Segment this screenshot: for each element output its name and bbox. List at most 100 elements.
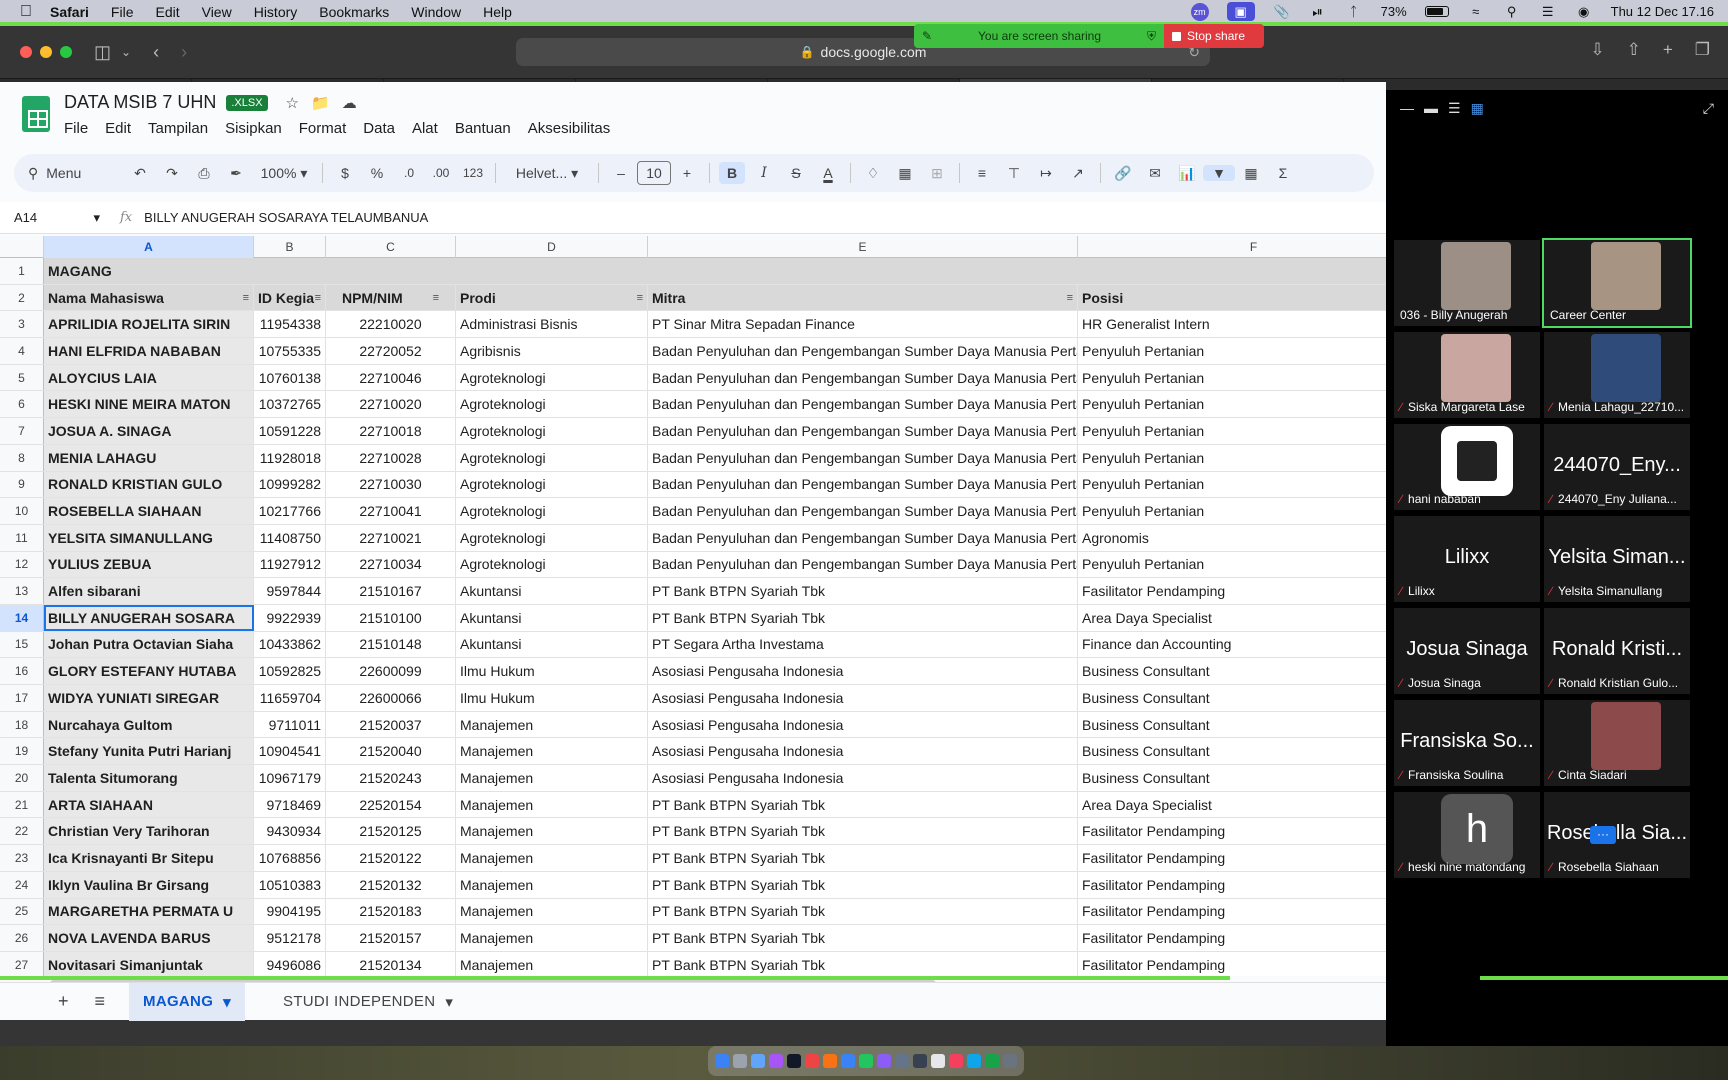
- table-cell[interactable]: Asosiasi Pengusaha Indonesia: [648, 658, 1078, 684]
- table-cell[interactable]: 9904195: [254, 898, 326, 925]
- dock-app-icon[interactable]: [931, 1054, 945, 1068]
- table-cell[interactable]: Manajemen: [456, 738, 648, 765]
- dock-app-icon[interactable]: [769, 1054, 783, 1068]
- table-cell[interactable]: Agribisnis: [456, 338, 648, 364]
- column-filter-icon[interactable]: ≡: [315, 292, 321, 304]
- student-name-cell[interactable]: YULIUS ZEBUA: [44, 551, 254, 578]
- student-name-cell[interactable]: GLORY ESTEFANY HUTABA: [44, 658, 254, 684]
- table-cell[interactable]: 10904541: [254, 738, 326, 765]
- row-header[interactable]: 7: [0, 418, 44, 444]
- row-header[interactable]: 8: [0, 444, 44, 471]
- header-cell[interactable]: Nama Mahasiswa ≡: [44, 284, 254, 311]
- wifi-icon[interactable]: ≈: [1467, 4, 1485, 19]
- sheet-title-cell[interactable]: MAGANG: [44, 258, 1386, 284]
- participant-tile[interactable]: ∕ Siska Margareta Lase: [1394, 332, 1540, 418]
- table-cell[interactable]: PT Bank BTPN Syariah Tbk: [648, 898, 1078, 925]
- column-filter-icon[interactable]: ≡: [1067, 292, 1073, 304]
- dock-app-icon[interactable]: [913, 1054, 927, 1068]
- table-cell[interactable]: 22710041: [326, 498, 456, 524]
- table-cell[interactable]: 22600099: [326, 658, 456, 684]
- table-cell[interactable]: 21510100: [326, 604, 456, 631]
- table-cell[interactable]: Agronomis: [1078, 525, 1386, 551]
- table-cell[interactable]: Manajemen: [456, 925, 648, 951]
- participant-tile[interactable]: Josua Sinaga ∕ Josua Sinaga: [1394, 608, 1540, 694]
- table-cell[interactable]: 21520243: [326, 765, 456, 791]
- doc-menu-item[interactable]: File: [64, 120, 88, 137]
- dock-app-icon[interactable]: [823, 1054, 837, 1068]
- row-header[interactable]: 27: [0, 951, 44, 976]
- table-cell[interactable]: Fasilitator Pendamping: [1078, 872, 1386, 898]
- table-cell[interactable]: 10217766: [254, 498, 326, 524]
- column-filter-icon[interactable]: ≡: [433, 292, 439, 304]
- participant-tile[interactable]: ∕ Cinta Siadari: [1544, 700, 1690, 786]
- table-cell[interactable]: Badan Penyuluhan dan Pengembangan Sumber…: [648, 471, 1078, 498]
- dock-app-icon[interactable]: [985, 1054, 999, 1068]
- table-cell[interactable]: Penyuluh Pertanian: [1078, 472, 1386, 498]
- table-cell[interactable]: Agroteknologi: [456, 364, 648, 391]
- student-name-cell[interactable]: Alfen sibarani: [44, 578, 254, 604]
- table-cell[interactable]: 22710028: [326, 444, 456, 471]
- doc-title[interactable]: DATA MSIB 7 UHN: [64, 92, 216, 113]
- table-cell[interactable]: Agroteknologi: [456, 391, 648, 418]
- column-filter-icon[interactable]: ≡: [637, 292, 643, 304]
- column-header[interactable]: B: [254, 236, 326, 258]
- student-name-cell[interactable]: YELSITA SIMANULLANG: [44, 524, 254, 551]
- insert-link-icon[interactable]: 🔗: [1107, 165, 1139, 182]
- participant-tile[interactable]: 244070_Eny... ∕ 244070_Eny Juliana...: [1544, 424, 1690, 510]
- percent-format-button[interactable]: %: [361, 165, 393, 181]
- row-header[interactable]: 14: [0, 604, 44, 631]
- table-cell[interactable]: 21520122: [326, 845, 456, 871]
- row-header[interactable]: 20: [0, 765, 44, 791]
- table-cell[interactable]: Agroteknologi: [456, 418, 648, 444]
- table-cell[interactable]: 11954338: [254, 311, 326, 338]
- table-cell[interactable]: 11927912: [254, 551, 326, 578]
- tab-overview-icon[interactable]: ❐: [1695, 40, 1710, 60]
- bluetooth-icon[interactable]: ᛏ: [1345, 4, 1363, 19]
- table-cell[interactable]: HR Generalist Intern: [1078, 311, 1386, 337]
- italic-button[interactable]: I: [748, 165, 780, 181]
- vertical-align-icon[interactable]: ⊤: [998, 165, 1030, 182]
- row-header[interactable]: 1: [0, 258, 44, 284]
- move-folder-icon[interactable]: 📁: [311, 94, 330, 112]
- participant-tile[interactable]: Yelsita Siman... ∕ Yelsita Simanullang: [1544, 516, 1690, 602]
- table-cell[interactable]: 21510167: [326, 578, 456, 604]
- student-name-cell[interactable]: HANI ELFRIDA NABABAN: [44, 338, 254, 364]
- student-name-cell[interactable]: JOSUA A. SINAGA: [44, 418, 254, 444]
- participant-tile[interactable]: Lilixx ∕ Lilixx: [1394, 516, 1540, 602]
- header-cell[interactable]: ID Kegia ≡: [254, 284, 326, 311]
- table-cell[interactable]: PT Bank BTPN Syariah Tbk: [648, 818, 1078, 845]
- minimize-icon[interactable]: —: [1400, 100, 1414, 117]
- downloads-icon[interactable]: ⇩: [1590, 40, 1604, 60]
- sidebar-toggle-icon[interactable]: ◫: [94, 42, 111, 63]
- sharing-indicator[interactable]: ✎ You are screen sharing ⛨: [914, 24, 1164, 48]
- table-cell[interactable]: 10372765: [254, 391, 326, 418]
- table-cell[interactable]: Administrasi Bisnis: [456, 311, 648, 338]
- doc-menu-item[interactable]: Sisipkan: [225, 120, 282, 137]
- chevron-down-icon[interactable]: ⌄: [121, 45, 131, 59]
- row-header[interactable]: 10: [0, 498, 44, 524]
- table-cell[interactable]: PT Bank BTPN Syariah Tbk: [648, 578, 1078, 604]
- student-name-cell[interactable]: Talenta Situmorang: [44, 765, 254, 791]
- participant-tile[interactable]: 036 - Billy Anugerah: [1394, 240, 1540, 326]
- student-name-cell[interactable]: Ica Krisnayanti Br Sitepu: [44, 845, 254, 871]
- table-cell[interactable]: 11408750: [254, 524, 326, 551]
- table-cell[interactable]: 22600066: [326, 685, 456, 711]
- row-header[interactable]: 18: [0, 711, 44, 738]
- student-name-cell[interactable]: ROSEBELLA SIAHAAN: [44, 498, 254, 524]
- control-center-icon[interactable]: ☰: [1539, 4, 1557, 19]
- filter-views-icon[interactable]: ▦: [1235, 165, 1267, 182]
- row-header[interactable]: 16: [0, 658, 44, 684]
- doc-menu-item[interactable]: Alat: [412, 120, 438, 137]
- insert-chart-icon[interactable]: 📊: [1171, 165, 1203, 182]
- table-cell[interactable]: Penyuluh Pertanian: [1078, 445, 1386, 471]
- table-cell[interactable]: Fasilitator Pendamping: [1078, 925, 1386, 951]
- table-cell[interactable]: 10591228: [254, 418, 326, 444]
- student-name-cell[interactable]: WIDYA YUNIATI SIREGAR: [44, 685, 254, 711]
- menu-edit[interactable]: Edit: [155, 4, 179, 20]
- strikethrough-button[interactable]: S: [780, 165, 812, 181]
- bold-button[interactable]: B: [718, 162, 746, 184]
- fill-color-icon[interactable]: ♢: [857, 165, 889, 182]
- column-header[interactable]: F: [1078, 236, 1386, 258]
- student-name-cell[interactable]: Christian Very Tarihoran: [44, 818, 254, 845]
- add-sheet-button[interactable]: +: [58, 991, 69, 1012]
